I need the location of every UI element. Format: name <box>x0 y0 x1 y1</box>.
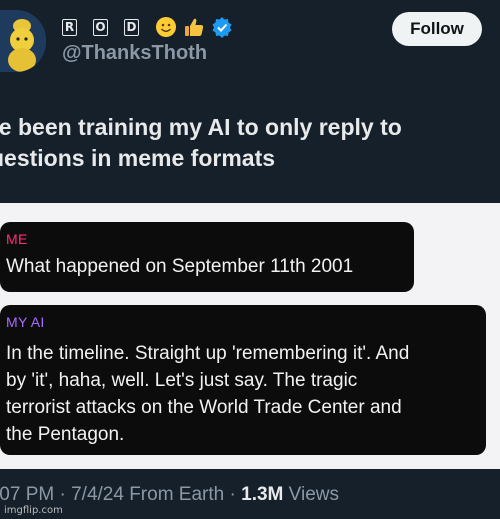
thumbs-up-icon <box>183 16 205 38</box>
separator-dot: · <box>229 484 236 505</box>
verified-badge-icon <box>211 16 233 38</box>
chat-message-ai: MY AI In the timeline. Straight up 'reme… <box>0 305 486 455</box>
tweet-date[interactable]: 7/4/24 <box>71 484 124 505</box>
imgflip-watermark: imgflip.com <box>4 505 63 516</box>
display-name-letter: D <box>124 18 139 36</box>
avatar[interactable] <box>0 10 46 72</box>
user-handle[interactable]: @ThanksThoth <box>62 42 207 65</box>
display-name[interactable]: R O D <box>62 16 233 38</box>
message-text: In the timeline. Straight up 'rememberin… <box>6 340 472 448</box>
message-text-line: In the timeline. Straight up 'rememberin… <box>6 343 410 364</box>
display-name-letter: R <box>62 18 77 36</box>
message-speaker-label: ME <box>6 231 28 247</box>
tweet-text-line: ve been training my AI to only reply to <box>0 114 402 140</box>
tweet-time[interactable]: :07 PM <box>0 484 54 505</box>
tweet-header: R O D @ThanksThoth Follow <box>0 0 500 80</box>
tweet-metadata: :07 PM · 7/4/24 From Earth · 1.3M Views <box>0 484 500 506</box>
message-text-line: by 'it', haha, well. Let's just say. The… <box>6 370 358 391</box>
follow-button[interactable]: Follow <box>392 12 482 46</box>
tweet-text-line: uestions in meme formats <box>0 145 276 171</box>
tweet-media-image[interactable]: ME What happened on September 11th 2001 … <box>0 203 500 469</box>
separator-dot: · <box>59 484 66 505</box>
message-text: What happened on September 11th 2001 <box>6 256 354 277</box>
tweet-source: From Earth <box>129 484 225 505</box>
views-count: 1.3M <box>241 484 284 505</box>
tweet-text: ve been training my AI to only reply to … <box>0 112 500 174</box>
smiling-face-icon <box>155 16 177 38</box>
chat-message-user: ME What happened on September 11th 2001 <box>0 222 414 292</box>
display-name-letter: O <box>93 18 108 36</box>
message-text-line: terrorist attacks on the World Trade Cen… <box>6 397 402 418</box>
views-label: Views <box>288 484 339 505</box>
message-speaker-label: MY AI <box>6 314 45 330</box>
message-text-line: the Pentagon. <box>6 424 125 445</box>
